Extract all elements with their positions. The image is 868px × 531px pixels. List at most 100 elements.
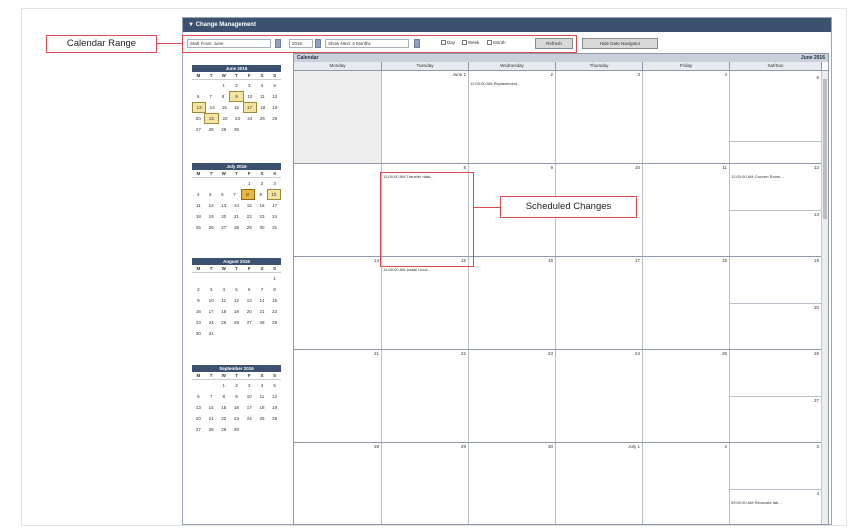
mini-calendar-day[interactable]: 3 [268,178,281,189]
mini-calendar-day[interactable]: 15 [243,200,256,211]
mini-calendar-day[interactable]: 25 [217,317,230,328]
mini-calendar-day[interactable]: 11 [192,200,205,211]
mini-calendar-day[interactable]: 12 [269,91,281,102]
mini-calendar-day[interactable]: 23 [256,211,269,222]
calendar-day-cell[interactable]: 2 [643,443,730,524]
mini-calendar-day[interactable]: 6 [216,189,228,200]
mini-calendar-day[interactable]: 6 [192,91,204,102]
mini-calendar-day[interactable]: 21 [256,306,269,317]
mini-calendar-day[interactable]: 8 [217,391,230,402]
scrollbar-thumb[interactable] [823,79,827,219]
mini-calendar-title[interactable]: June 2016 [192,65,281,72]
calendar-day-cell[interactable] [294,71,382,163]
mini-calendar-day[interactable]: 27 [243,317,256,328]
mini-calendar-day[interactable]: 16 [230,402,243,413]
scheduled-change-link[interactable]: 09:00:00 AM Renovate lab... [731,500,781,505]
mini-calendar-title[interactable]: August 2016 [192,258,281,265]
calendar-day-cell[interactable]: 24 [556,350,643,442]
mini-calendar-day[interactable]: 13 [217,200,230,211]
mini-calendar-day[interactable]: 24 [244,113,256,124]
mini-calendar-day[interactable]: 30 [192,328,205,339]
mini-calendar-day[interactable]: 19 [269,102,281,113]
mini-calendar-day[interactable]: 22 [217,413,230,424]
mini-calendar-day[interactable]: 14 [256,295,269,306]
mini-calendar-day[interactable]: 12 [205,200,218,211]
mini-calendar-day[interactable]: 2 [230,80,243,91]
mini-calendar-day[interactable]: 5 [268,380,281,391]
calendar-day-cell[interactable]: 29 [382,443,469,524]
mini-calendar-day[interactable]: 22 [268,306,281,317]
calendar-day-cell[interactable]: 14 [294,257,382,349]
mini-calendar-title[interactable]: July 2016 [192,163,281,170]
mini-calendar-day[interactable]: 15 [268,295,281,306]
weekend-cell[interactable]: 5 [730,71,822,163]
mini-calendar-day[interactable]: 14 [206,102,218,113]
mini-calendar-day[interactable]: 19 [268,402,281,413]
calendar-day-cell[interactable] [294,164,382,256]
calendar-day-cell[interactable]: June 1 [382,71,469,163]
mini-calendar-day[interactable]: 18 [192,211,205,222]
mini-calendar-day[interactable]: 26 [230,317,243,328]
weekend-cell[interactable]: 26 27 [730,350,822,442]
mini-calendar-day[interactable]: 9 [229,91,244,102]
mini-calendar-day[interactable]: 27 [192,424,205,435]
mini-calendar-day[interactable]: 25 [256,413,269,424]
scheduled-change-link[interactable]: 12:00:00 AM Concert Room... [731,174,784,179]
calendar-day-cell[interactable]: 2 12:00:00 AM Replacement... [469,71,556,163]
mini-calendar-day[interactable]: 16 [230,102,242,113]
mini-calendar-day[interactable]: 1 [268,273,281,284]
mini-calendar-day[interactable]: 10 [205,295,218,306]
mini-calendar-day[interactable]: 17 [268,200,281,211]
mini-calendar-day[interactable]: 20 [217,211,230,222]
mini-calendar-day[interactable]: 15 [218,102,230,113]
mini-calendar-day[interactable]: 31 [205,328,218,339]
mini-calendar-day[interactable]: 7 [205,391,218,402]
mini-calendar-day[interactable]: 16 [192,306,205,317]
mini-calendar-day[interactable]: 3 [205,284,218,295]
mini-calendar-day[interactable]: 11 [256,91,268,102]
mini-calendar-day[interactable]: 30 [230,124,243,135]
mini-calendar-day[interactable]: 6 [192,391,205,402]
scheduled-change-link[interactable]: 12:00:00 AM Install Linux... [383,267,431,272]
mini-calendar-day[interactable]: 11 [256,391,269,402]
mini-calendar-day[interactable]: 4 [256,380,269,391]
mini-calendar-day[interactable]: 7 [228,189,240,200]
mini-calendar-day[interactable]: 10 [244,91,256,102]
mini-calendar-day[interactable]: 15 [217,402,230,413]
mini-calendar-day[interactable]: 18 [217,306,230,317]
mini-calendar-day[interactable]: 30 [230,424,243,435]
mini-calendar-day[interactable]: 28 [230,222,243,233]
mini-calendar-day[interactable]: 1 [217,380,230,391]
mini-calendar-day[interactable]: 24 [268,211,281,222]
mini-calendar-day[interactable]: 7 [204,91,216,102]
mini-calendar-day[interactable]: 3 [243,80,256,91]
mini-calendar-day[interactable]: 18 [257,102,269,113]
calendar-scrollbar[interactable] [821,71,828,524]
calendar-day-cell[interactable]: 22 [382,350,469,442]
mini-calendar-day[interactable]: 20 [243,306,256,317]
mini-calendar-day[interactable]: 12 [268,391,281,402]
mini-calendar-day[interactable]: 23 [230,413,243,424]
mini-calendar-day[interactable]: 25 [192,222,205,233]
calendar-day-cell[interactable]: 16 [469,257,556,349]
mini-calendar-day[interactable]: 4 [256,80,269,91]
mini-calendar-day[interactable]: 21 [204,113,219,124]
mini-calendar-day[interactable]: 29 [217,424,230,435]
mini-calendar-day[interactable]: 16 [256,200,269,211]
collapse-arrow-icon[interactable]: ▼ [188,22,194,28]
calendar-day-cell[interactable]: 21 [294,350,382,442]
mini-calendar-day[interactable]: 1 [217,80,230,91]
mini-calendar-day[interactable]: 24 [205,317,218,328]
mini-calendar-day[interactable]: 29 [243,222,256,233]
mini-calendar-day[interactable]: 31 [268,222,281,233]
mini-calendar-day[interactable]: 5 [268,80,281,91]
mini-calendar-day[interactable]: 29 [268,317,281,328]
calendar-day-cell[interactable]: 30 [469,443,556,524]
mini-calendar-day[interactable]: 6 [243,284,256,295]
mini-calendar-day[interactable]: 27 [192,124,205,135]
mini-calendar-day[interactable]: 13 [243,295,256,306]
mini-calendar-day[interactable]: 20 [192,113,204,124]
mini-calendar-day[interactable]: 9 [230,391,243,402]
mini-calendar-day[interactable]: 17 [243,402,256,413]
calendar-day-cell[interactable]: 3 [556,71,643,163]
